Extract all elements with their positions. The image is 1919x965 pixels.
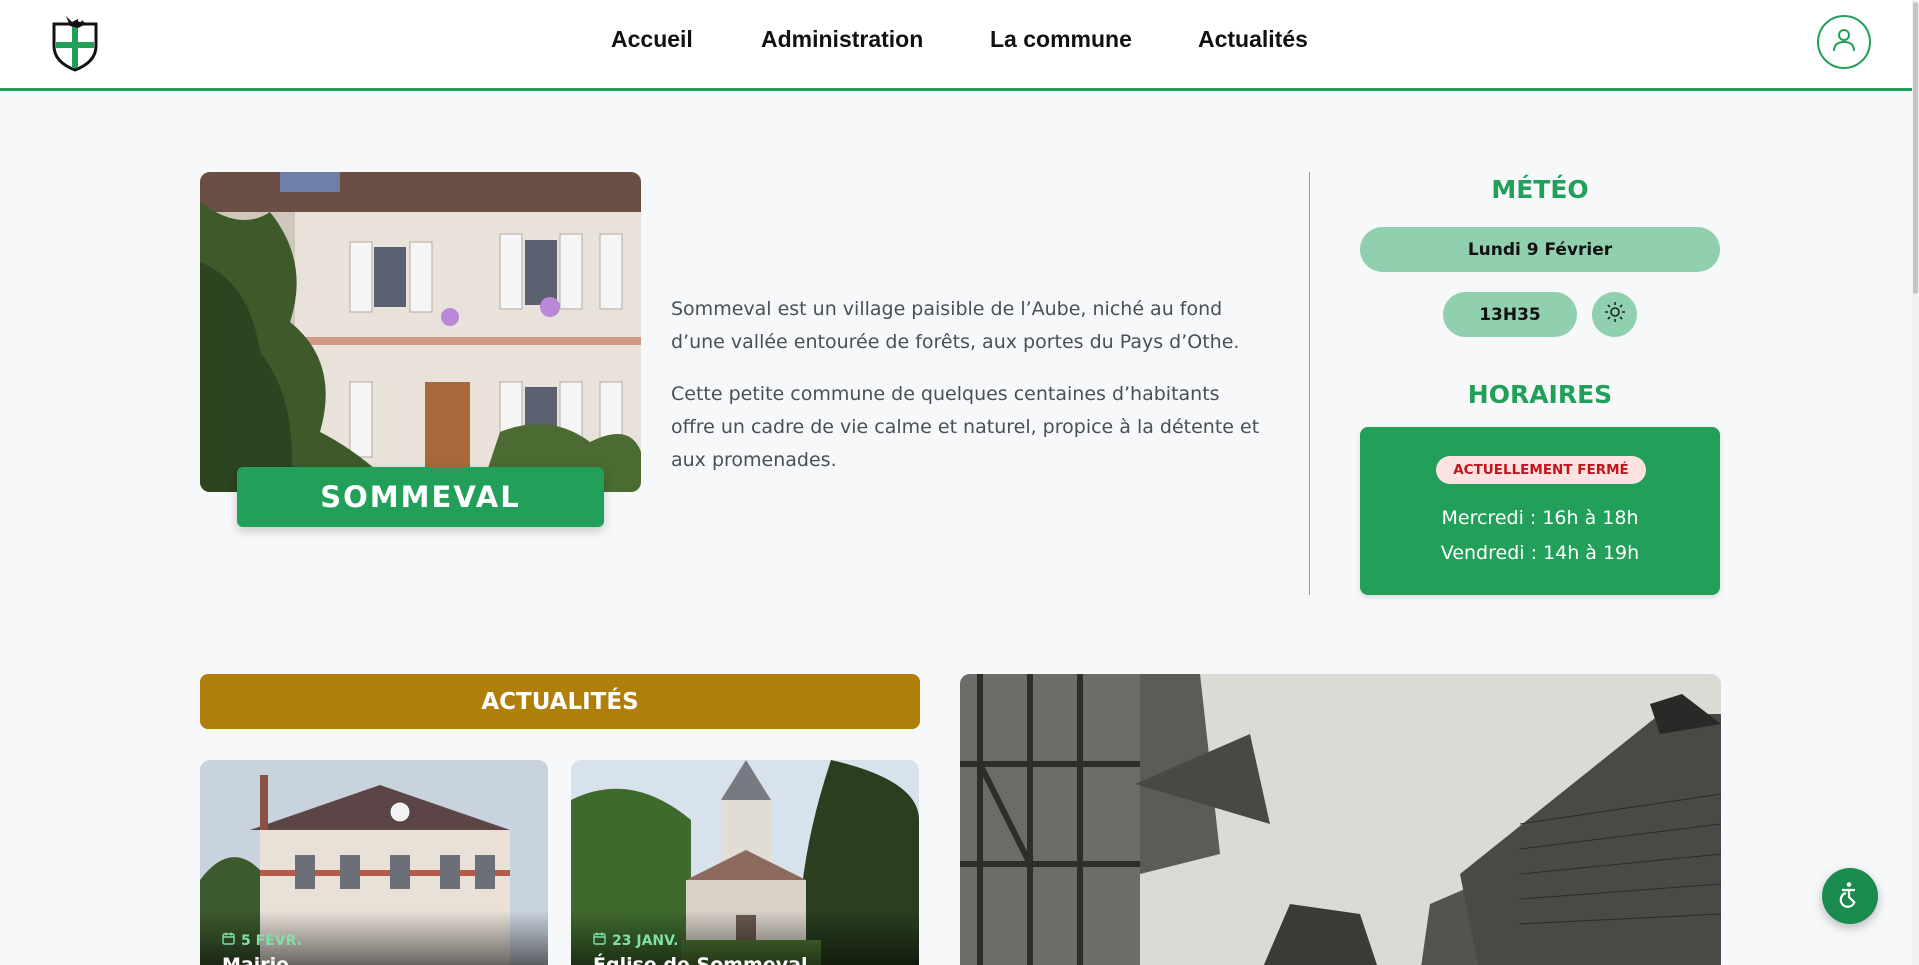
nav-accueil[interactable]: Accueil (606, 26, 698, 57)
news-date: 5 FÉVR. (222, 932, 302, 949)
nav-actualites[interactable]: Actualités (1198, 26, 1308, 53)
village-name-badge: SOMMEVAL (237, 467, 604, 527)
hours-line: Mercredi : 16h à 18h (1441, 507, 1639, 529)
meteo-time: 13H35 (1443, 292, 1577, 337)
main-nav: Accueil Administration La commune Actual… (0, 26, 1919, 62)
intro-paragraph: Cette petite commune de quelques centain… (671, 383, 1260, 471)
nav-la-commune[interactable]: La commune (990, 26, 1132, 53)
horaires-title: HORAIRES (1467, 380, 1613, 409)
weather-button[interactable] (1592, 292, 1637, 337)
news-card[interactable]: 5 FÉVR. Mairie (200, 760, 548, 965)
intro-paragraph: Sommeval est un village paisible de l’Au… (671, 298, 1240, 353)
accessibility-icon (1836, 880, 1864, 913)
user-icon (1831, 27, 1857, 58)
opening-hours-card: ACTUELLEMENT FERMÉ Mercredi : 16h à 18h … (1360, 427, 1720, 595)
news-title: Mairie (222, 954, 290, 965)
status-badge: ACTUELLEMENT FERMÉ (1436, 456, 1646, 484)
intro-text: Sommeval est un village paisible de l’Au… (671, 293, 1261, 477)
calendar-icon (222, 932, 235, 949)
user-account-button[interactable] (1817, 15, 1871, 69)
news-card[interactable]: 23 JANV. Église de Sommeval (571, 760, 919, 965)
hours-line: Vendredi : 14h à 19h (1440, 542, 1640, 564)
news-date: 23 JANV. (593, 932, 678, 949)
town-hall-photo (200, 172, 641, 492)
scrollbar-thumb[interactable] (1913, 2, 1918, 294)
meteo-title: MÉTÉO (1491, 175, 1589, 204)
nav-administration[interactable]: Administration (761, 26, 923, 53)
site-header: Accueil Administration La commune Actual… (0, 0, 1919, 91)
sun-icon (1604, 301, 1626, 328)
news-section-title: ACTUALITÉS (200, 674, 920, 729)
news-title: Église de Sommeval (593, 954, 808, 965)
accessibility-button[interactable] (1822, 868, 1878, 924)
historic-street-photo (960, 674, 1721, 965)
meteo-date: Lundi 9 Février (1360, 227, 1720, 272)
divider (1309, 172, 1310, 595)
calendar-icon (593, 932, 606, 949)
